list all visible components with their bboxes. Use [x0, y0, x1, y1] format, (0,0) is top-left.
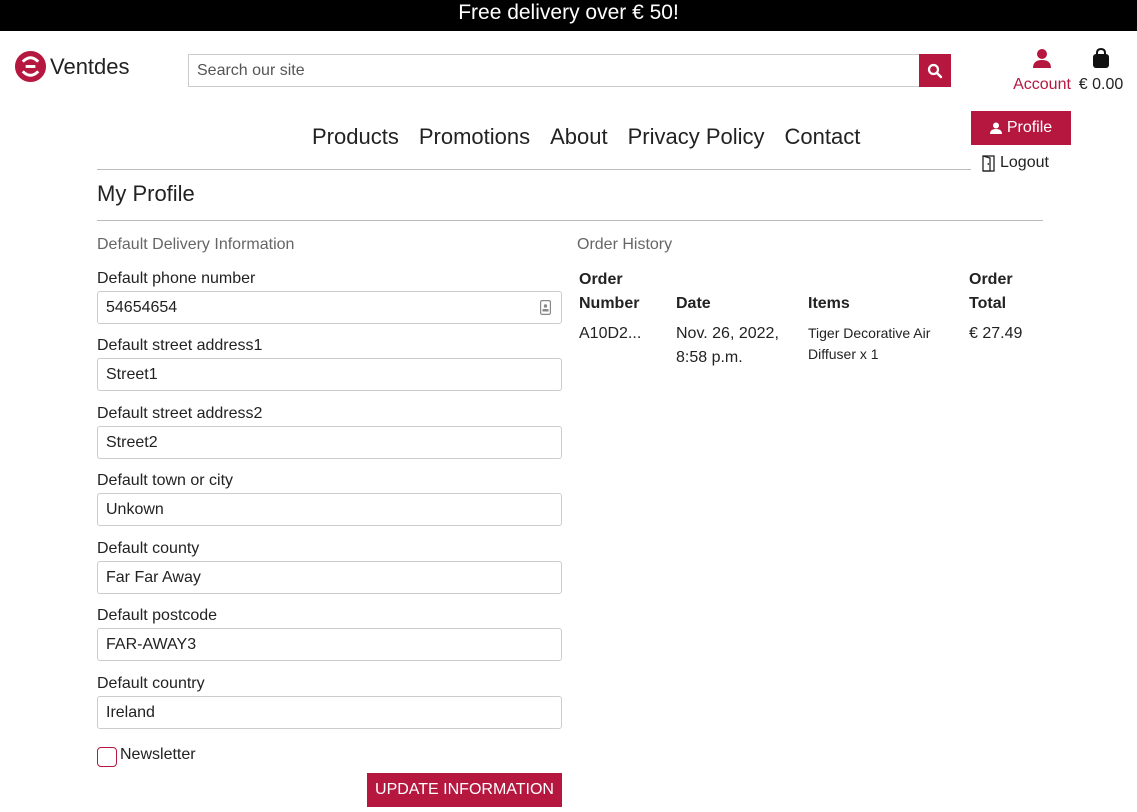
update-information-button[interactable]: UPDATE INFORMATION — [367, 773, 562, 807]
county-input[interactable]: Far Far Away — [97, 561, 562, 594]
country-input[interactable]: Ireland — [97, 696, 562, 729]
profile-button[interactable]: Profile — [971, 111, 1071, 145]
order-items-line1: Tiger Decorative Air — [808, 325, 931, 341]
town-city-value: Unkown — [106, 501, 164, 518]
order-number-link[interactable]: A10D2... — [579, 322, 641, 346]
town-city-field: Default town or city Unkown — [97, 471, 562, 526]
country-label: Default country — [97, 675, 205, 692]
nav-contact[interactable]: Contact — [785, 124, 861, 150]
col-header-items: Items — [808, 295, 850, 312]
col-header-order-total-line1: Order — [969, 271, 1013, 288]
account-link[interactable]: Account — [1012, 48, 1072, 94]
newsletter-checkbox[interactable] — [97, 747, 117, 767]
profile-label: Profile — [1006, 119, 1053, 136]
cart-total: € 0.00 — [1078, 76, 1124, 93]
main-nav: Products Promotions About Privacy Policy… — [312, 124, 880, 150]
street-address1-field: Default street address1 Street1 — [97, 336, 562, 391]
col-header-order-number-line1: Order — [579, 271, 623, 288]
street-address2-field: Default street address2 Street2 — [97, 404, 562, 459]
town-city-label: Default town or city — [97, 472, 234, 489]
site-logo[interactable]: Ventdes — [14, 50, 130, 83]
phone-value: 54654654 — [106, 299, 178, 316]
logo-text: Ventdes — [50, 53, 130, 79]
col-header-order-number-line2: Number — [579, 295, 640, 312]
user-icon — [989, 122, 1002, 134]
col-header-order-total-line2: Total — [969, 295, 1007, 312]
divider — [97, 169, 971, 170]
street-address2-label: Default street address2 — [97, 405, 263, 422]
county-value: Far Far Away — [106, 569, 201, 586]
county-field: Default county Far Far Away — [97, 539, 562, 594]
nav-about[interactable]: About — [550, 124, 608, 150]
nav-promotions[interactable]: Promotions — [419, 124, 530, 150]
county-label: Default county — [97, 540, 200, 557]
country-value: Ireland — [106, 704, 155, 721]
street-address1-label: Default street address1 — [97, 337, 263, 354]
street-address2-value: Street2 — [106, 434, 158, 451]
search-icon — [927, 63, 943, 78]
street-address1-value: Street1 — [106, 366, 158, 383]
order-date-line1: Nov. 26, 2022, — [676, 325, 779, 342]
shopping-bag-icon — [1093, 47, 1109, 68]
postcode-label: Default postcode — [97, 607, 218, 624]
nav-products[interactable]: Products — [312, 124, 399, 150]
delivery-section-heading: Default Delivery Information — [97, 236, 295, 253]
contact-card-icon — [540, 300, 551, 315]
phone-input[interactable]: 54654654 — [97, 291, 562, 324]
country-field: Default country Ireland — [97, 674, 562, 729]
street-address1-input[interactable]: Street1 — [97, 358, 562, 391]
promo-banner: Free delivery over € 50! — [0, 0, 1137, 31]
col-header-date: Date — [676, 295, 711, 312]
search-button[interactable] — [919, 54, 951, 87]
phone-field: Default phone number 54654654 — [97, 269, 562, 324]
postcode-input[interactable]: FAR-AWAY3 — [97, 628, 562, 661]
order-date-line2: 8:58 p.m. — [676, 349, 743, 366]
phone-label: Default phone number — [97, 270, 256, 287]
divider — [97, 220, 1043, 221]
town-city-input[interactable]: Unkown — [97, 493, 562, 526]
postcode-value: FAR-AWAY3 — [106, 636, 197, 653]
logout-link[interactable]: Logout — [982, 154, 1049, 172]
newsletter-label: Newsletter — [120, 745, 196, 763]
search-input[interactable] — [188, 54, 919, 87]
logo-icon — [14, 50, 47, 83]
door-icon — [982, 154, 995, 172]
postcode-field: Default postcode FAR-AWAY3 — [97, 606, 562, 661]
account-label: Account — [1013, 76, 1071, 93]
cart-link[interactable]: € 0.00 — [1078, 47, 1124, 94]
order-history-heading: Order History — [577, 236, 673, 253]
logout-label: Logout — [1000, 154, 1049, 171]
order-total: € 27.49 — [969, 325, 1023, 342]
newsletter-option: Newsletter — [97, 742, 196, 767]
search-bar — [188, 54, 951, 87]
user-icon — [1033, 49, 1051, 68]
page-title: My Profile — [97, 181, 195, 206]
street-address2-input[interactable]: Street2 — [97, 426, 562, 459]
order-items-line2: Diffuser x 1 — [808, 346, 879, 362]
nav-privacy-policy[interactable]: Privacy Policy — [628, 124, 765, 150]
